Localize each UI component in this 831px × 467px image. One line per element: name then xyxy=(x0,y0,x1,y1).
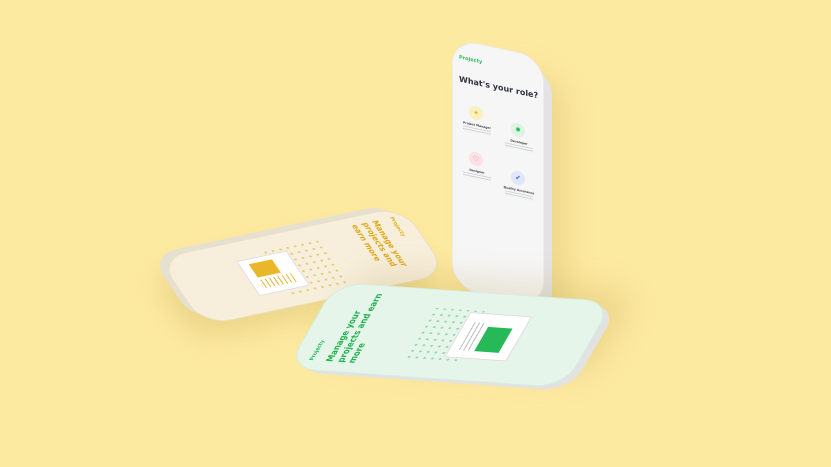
check-icon: ✔ xyxy=(511,169,525,187)
onboarding-headline: Manage your projects and earn more xyxy=(349,219,410,268)
onboarding-headline: Manage your projects and earn more xyxy=(323,293,385,364)
phone-role-selection: Projecty What's your role? ✦ Project Man… xyxy=(452,38,544,308)
document-block xyxy=(248,259,281,278)
role-card-project-manager[interactable]: ✦ Project Manager xyxy=(459,102,495,148)
role-grid: ✦ Project Manager ✹ Developer ♡ Designer… xyxy=(459,102,539,239)
phone-onboarding-green: Projecty Manage your projects and earn m… xyxy=(286,281,614,389)
role-card-quality-assurance[interactable]: ✔ Quality Assurance xyxy=(501,167,537,213)
mockup-stage: Projecty What's your role? ✦ Project Man… xyxy=(0,0,831,467)
role-title: What's your role? xyxy=(459,74,539,101)
lightbulb-icon: ✦ xyxy=(469,104,483,122)
app-name: Projecty xyxy=(459,54,483,66)
role-card-designer[interactable]: ♡ Designer xyxy=(459,148,495,194)
app-name: Projecty xyxy=(308,340,327,361)
app-name: Projecty xyxy=(387,216,407,238)
gear-icon: ✹ xyxy=(511,121,525,139)
palette-icon: ♡ xyxy=(469,150,483,168)
role-card-developer[interactable]: ✹ Developer xyxy=(501,119,537,165)
